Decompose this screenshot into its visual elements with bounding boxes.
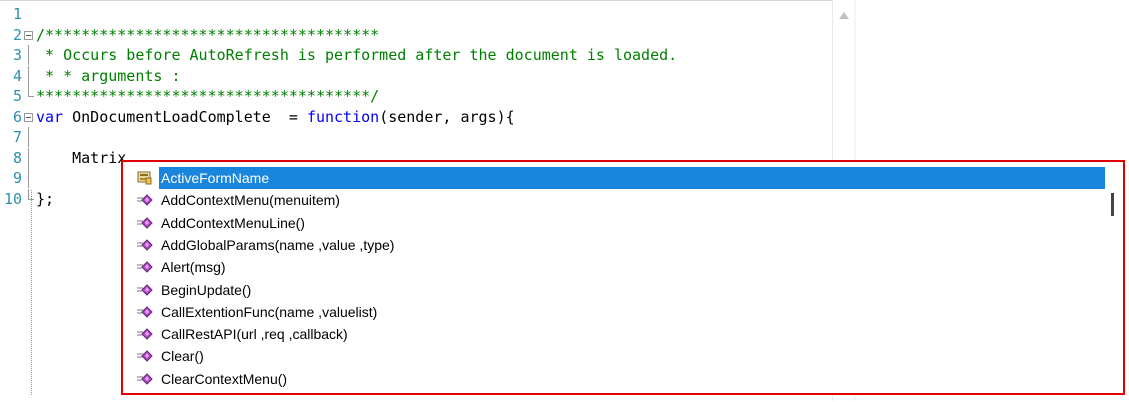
line-number: 5 [12,87,22,105]
code-line[interactable]: 2 /************************************* [0,25,830,45]
autocomplete-list[interactable]: ActiveFormName AddContextMenu(menuitem) Ad… [128,167,1109,391]
code-line[interactable]: 3 * Occurs before AutoRefresh is perform… [0,45,830,65]
completion-item[interactable]: Alert(msg) [128,256,1104,278]
method-icon [137,193,153,207]
indent-guide [31,190,33,395]
method-icon [137,283,153,297]
autocomplete-popup[interactable]: ActiveFormName AddContextMenu(menuitem) Ad… [121,160,1125,395]
completion-item-label: AddContextMenu(menuitem) [161,192,340,209]
fold-guide [23,127,35,147]
comment-token: * Occurs before AutoRefresh is performed… [36,46,678,64]
code-token: (sender, args){ [379,107,515,126]
line-number: 9 [12,169,22,187]
line-number: 3 [12,46,22,64]
code-line[interactable]: 1 [0,4,830,24]
method-icon [137,349,153,363]
autocomplete-scroll-thumb[interactable] [1111,193,1114,216]
comment-token: * * arguments : [36,66,181,85]
fold-guide [23,147,35,168]
property-icon [137,171,153,185]
completion-item-label: ActiveFormName [159,167,1109,189]
method-icon [137,216,153,230]
fold-guide [23,168,35,188]
code-token: }; [36,189,55,208]
fold-guide [23,65,35,86]
line-number: 2 [12,25,22,44]
code-line[interactable]: 4 * * arguments : [0,65,830,86]
completion-item-label: ClearContextMenu() [161,370,288,387]
method-icon [137,238,153,252]
completion-item[interactable]: BeginUpdate() [128,279,1104,301]
line-number: 8 [12,148,22,167]
code-token: OnDocumentLoadComplete = [63,107,307,126]
line-number: 1 [12,5,22,23]
completion-item-label: AddGlobalParams(name ,value ,type) [161,236,395,253]
code-text: var OnDocumentLoadComplete = function(se… [36,107,515,127]
collapse-toggle-icon[interactable] [23,25,35,45]
method-icon [137,260,153,274]
method-icon [137,372,153,386]
code-line[interactable]: 5 *************************************/ [0,86,830,106]
collapse-toggle-icon[interactable] [23,107,35,127]
completion-item-label: CallRestAPI(url ,req ,callback) [161,326,348,343]
completion-item[interactable]: AddContextMenu(menuitem) [128,189,1104,211]
completion-item[interactable]: ActiveFormName [128,167,1109,189]
keyword-token: function [306,107,380,126]
completion-item[interactable]: AddGlobalParams(name ,value ,type) [128,234,1104,256]
code-line[interactable]: 6 var OnDocumentLoadComplete = function(s… [0,107,830,127]
completion-item[interactable]: AddContextMenuLine() [128,212,1104,234]
completion-item[interactable]: Clear() [128,345,1104,367]
fold-guide [23,188,35,209]
line-number: 6 [12,107,22,126]
completion-item-label: BeginUpdate() [161,281,252,298]
code-text: *************************************/ [36,86,379,106]
autocomplete-scrollbar[interactable] [1105,167,1121,391]
fold-guide [23,86,35,106]
method-icon [137,305,153,319]
code-line[interactable]: 7 [0,127,830,147]
completion-item-label: AddContextMenuLine() [161,214,305,231]
code-text: * * arguments : [36,66,181,86]
line-number: 7 [12,128,22,146]
fold-guide [23,45,35,65]
comment-token: /************************************* [36,25,380,44]
completion-item[interactable]: CallExtentionFunc(name ,valuelist) [128,301,1104,323]
method-icon [137,327,153,341]
completion-item-label: Alert(msg) [161,259,226,276]
scroll-up-arrow-icon[interactable] [839,12,849,19]
code-text: * Occurs before AutoRefresh is performed… [36,45,677,65]
keyword-token: var [36,107,64,126]
completion-item-label: Clear() [161,348,204,365]
completion-item[interactable]: CallRestAPI(url ,req ,callback) [128,323,1104,345]
code-text: }; [36,189,54,209]
completion-item-label: CallExtentionFunc(name ,valuelist) [161,303,378,320]
comment-token: *************************************/ [36,87,380,105]
line-number: 10 [3,189,22,208]
completion-item[interactable]: ClearContextMenu() [128,368,1104,390]
line-number: 4 [12,66,22,85]
code-text: /************************************* [36,25,379,45]
